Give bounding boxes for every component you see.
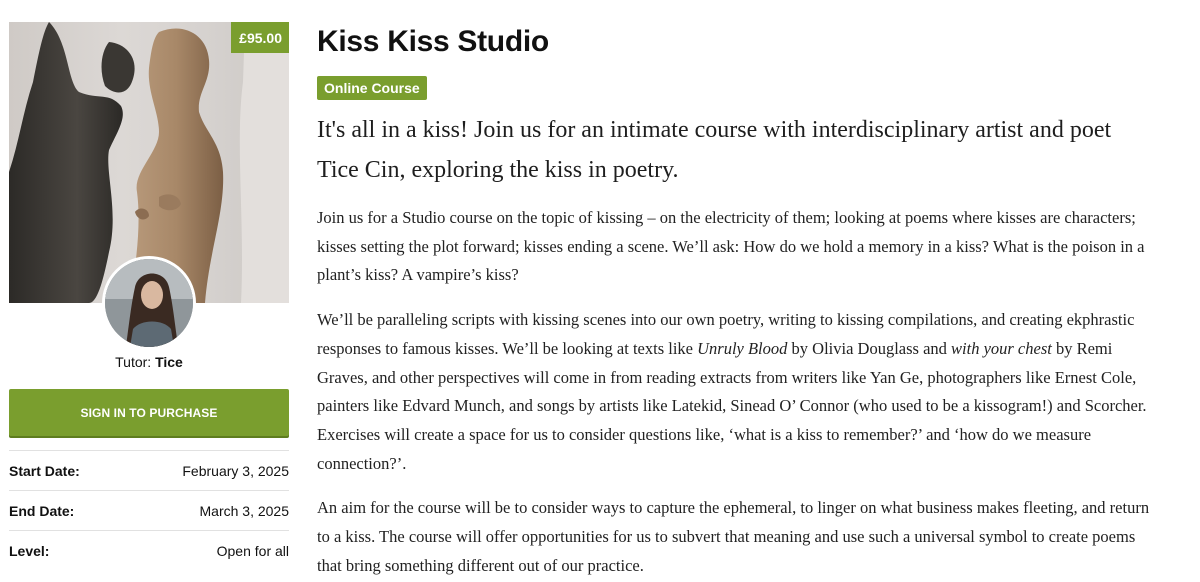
course-type-badge: Online Course [317, 76, 427, 100]
description-paragraph-3: An aim for the course will be to conside… [317, 498, 1150, 575]
paragraph-text: by Olivia Douglass and [787, 338, 952, 358]
lead-paragraph: It's all in a kiss! Join us for an intim… [317, 117, 1112, 183]
page-title: Kiss Kiss Studio [317, 25, 549, 58]
course-content: Kiss Kiss Studio Online Course It's all … [317, 20, 1177, 580]
description-paragraph-2: We’ll be paralleling scripts with kissin… [317, 306, 1152, 478]
detail-value: Open for all [216, 542, 289, 559]
price-badge: £95.00 [231, 22, 289, 53]
detail-row-level: Level: Open for all [9, 530, 289, 570]
course-sidebar: £95.00 Tutor: Tice SIGN IN TO PURCHASE S… [9, 22, 289, 559]
tutor-prefix: Tutor: [115, 354, 152, 370]
tutor-name[interactable]: Tice [155, 354, 183, 370]
tutor-label: Tutor: Tice [9, 354, 289, 370]
book-title-unruly-blood: Unruly Blood [697, 338, 788, 358]
detail-label: Start Date: [9, 462, 80, 479]
book-title-with-your-chest: with your chest [951, 338, 1052, 358]
detail-label: End Date: [9, 502, 75, 519]
tutor-avatar[interactable] [102, 256, 196, 350]
sign-in-to-purchase-button[interactable]: SIGN IN TO PURCHASE [9, 389, 289, 436]
detail-label: Level: [9, 542, 50, 559]
paragraph-text: by Remi Graves, and other perspectives w… [317, 338, 1147, 473]
detail-value: March 3, 2025 [199, 502, 290, 519]
course-details: Start Date: February 3, 2025 End Date: M… [9, 450, 289, 570]
detail-row-start-date: Start Date: February 3, 2025 [9, 450, 289, 490]
detail-value: February 3, 2025 [182, 462, 289, 479]
description-paragraph-1: Join us for a Studio course on the topic… [317, 208, 1145, 285]
detail-row-end-date: End Date: March 3, 2025 [9, 490, 289, 530]
tutor-avatar-photo-icon [105, 259, 193, 347]
